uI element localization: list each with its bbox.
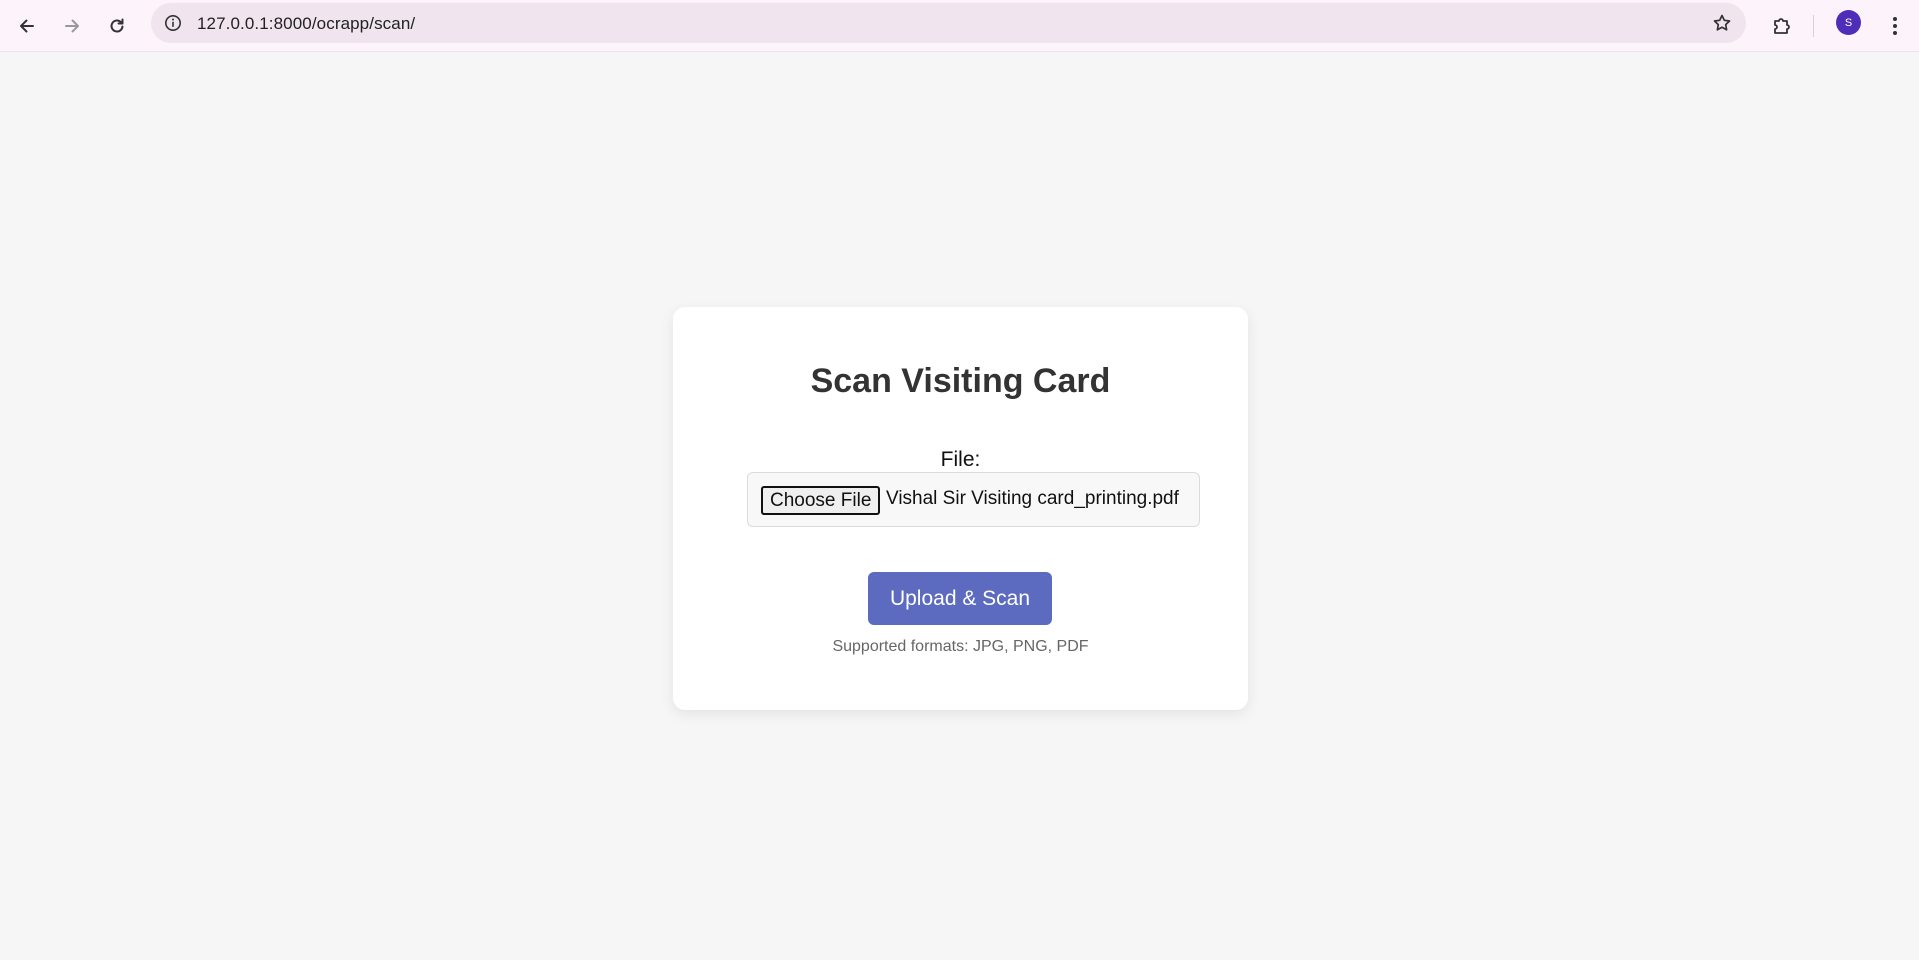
browser-menu-button[interactable] bbox=[1877, 8, 1913, 44]
back-button[interactable] bbox=[9, 8, 45, 44]
scan-card: Scan Visiting Card File: Choose File Vis… bbox=[673, 307, 1248, 710]
selected-file-name: Vishal Sir Visiting card_printing.pdf bbox=[886, 488, 1179, 509]
profile-avatar[interactable]: S bbox=[1836, 10, 1861, 35]
bookmark-button[interactable] bbox=[1710, 11, 1734, 35]
upload-scan-button[interactable]: Upload & Scan bbox=[868, 572, 1052, 625]
info-icon bbox=[165, 15, 181, 31]
arrow-left-icon bbox=[20, 19, 34, 33]
choose-file-button[interactable]: Choose File bbox=[761, 486, 881, 515]
site-info-button[interactable] bbox=[161, 11, 185, 35]
file-label: File: bbox=[940, 448, 981, 471]
browser-toolbar: 127.0.0.1:8000/ocrapp/scan/ S bbox=[0, 0, 1919, 52]
address-bar[interactable]: 127.0.0.1:8000/ocrapp/scan/ bbox=[151, 3, 1746, 43]
file-input[interactable]: Choose File Vishal Sir Visiting card_pri… bbox=[747, 472, 1200, 527]
toolbar-divider bbox=[1813, 15, 1814, 37]
forward-button[interactable] bbox=[54, 8, 90, 44]
extensions-button[interactable] bbox=[1764, 8, 1800, 44]
reload-icon bbox=[110, 18, 124, 33]
star-icon bbox=[1713, 14, 1731, 31]
url-text[interactable]: 127.0.0.1:8000/ocrapp/scan/ bbox=[197, 14, 415, 34]
reload-button[interactable] bbox=[99, 8, 135, 44]
supported-formats-note: Supported formats: JPG, PNG, PDF bbox=[832, 638, 1089, 655]
page-title: Scan Visiting Card bbox=[810, 362, 1111, 400]
arrow-right-icon bbox=[65, 19, 79, 33]
puzzle-icon bbox=[1774, 18, 1790, 34]
kebab-menu-icon bbox=[1893, 17, 1897, 35]
